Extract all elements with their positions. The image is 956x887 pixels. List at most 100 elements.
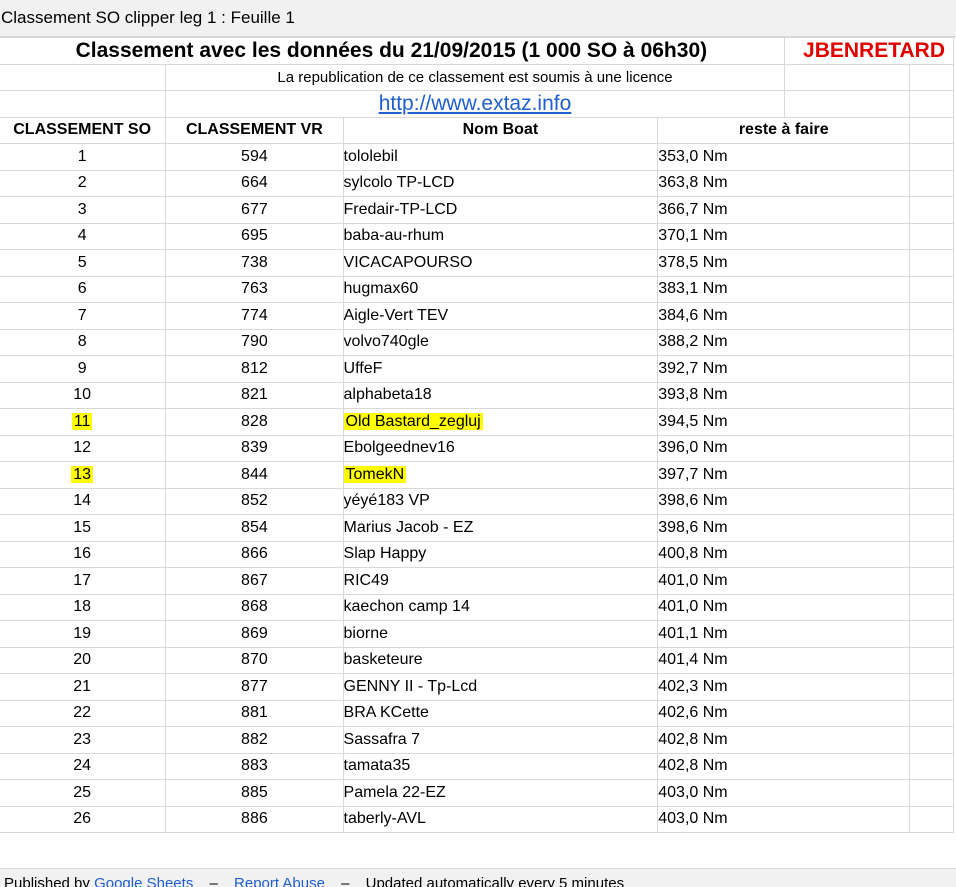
cell-so: 20 — [0, 646, 167, 674]
cell-vr: 885 — [165, 779, 344, 807]
spreadsheet: Classement avec les données du 21/09/201… — [0, 37, 956, 868]
cell-boat-name-text: UffeF — [343, 359, 383, 377]
sheet-title: Classement avec les données du 21/09/201… — [0, 37, 785, 65]
cell-boat-name-text: TomekN — [344, 465, 407, 483]
cell-vr-text: 868 — [241, 598, 268, 616]
cell-so-text: 2 — [77, 174, 87, 192]
brand-label: JBENRETARD — [783, 37, 955, 65]
cell-boat-name: Pamela 22-EZ — [342, 779, 659, 807]
cell-boat-name-text: Sassafra 7 — [343, 730, 421, 748]
cell-so-text: 14 — [73, 492, 92, 510]
cell-vr-text: 886 — [241, 810, 268, 828]
cell-vr-text: 869 — [241, 624, 268, 642]
cell-so-text: 7 — [77, 306, 87, 324]
cell-reste-text: 398,6 Nm — [658, 492, 728, 510]
cell-vr: 882 — [165, 726, 344, 754]
empty-cell — [909, 169, 954, 197]
cell-so-text: 22 — [73, 704, 92, 722]
cell-so-text: 26 — [73, 810, 92, 828]
cell-vr-text: 821 — [241, 386, 268, 404]
cell-vr: 877 — [165, 673, 344, 701]
empty-cell — [909, 249, 954, 277]
empty-cell — [909, 116, 954, 144]
cell-so: 7 — [0, 302, 167, 330]
cell-vr: 677 — [165, 196, 344, 224]
cell-vr-text: 844 — [241, 465, 268, 483]
cell-vr-text: 852 — [241, 492, 268, 510]
cell-boat-name: Slap Happy — [342, 540, 659, 568]
cell-so-text: 25 — [73, 783, 92, 801]
cell-reste: 384,6 Nm — [657, 302, 911, 330]
cell-reste-text: 402,8 Nm — [658, 757, 728, 775]
empty-cell — [909, 63, 954, 91]
cell-so-text: 5 — [77, 253, 87, 271]
cell-so: 21 — [0, 673, 167, 701]
cell-reste: 403,0 Nm — [657, 779, 911, 807]
cell-vr-text: 677 — [241, 200, 268, 218]
empty-cell — [909, 673, 954, 701]
cell-so: 18 — [0, 593, 167, 621]
cell-so-text: 13 — [71, 465, 94, 483]
cell-boat-name-text: Ebolgeednev16 — [343, 439, 455, 457]
cell-boat-name-text: tamata35 — [343, 757, 411, 775]
empty-cell — [909, 222, 954, 250]
ranking-table: Classement avec les données du 21/09/201… — [0, 37, 955, 833]
cell-so-text: 19 — [73, 624, 92, 642]
cell-vr: 854 — [165, 514, 344, 542]
cell-vr-text: 877 — [241, 677, 268, 695]
cell-so-text: 8 — [77, 333, 87, 351]
empty-cell — [909, 620, 954, 648]
cell-boat-name: RIC49 — [342, 567, 659, 595]
cell-so: 16 — [0, 540, 167, 568]
cell-boat-name: VICACAPOURSO — [342, 249, 659, 277]
cell-boat-name: GENNY II - Tp-Lcd — [342, 673, 659, 701]
cell-boat-name: yéyé183 VP — [342, 487, 659, 515]
cell-boat-name-text: hugmax60 — [343, 280, 419, 298]
empty-cell — [909, 646, 954, 674]
cell-boat-name-text: BRA KCette — [343, 704, 429, 722]
cell-boat-name: tololebil — [342, 143, 659, 171]
cell-vr: 828 — [165, 408, 344, 436]
header-classement-so: CLASSEMENT SO — [0, 116, 167, 144]
empty-cell — [909, 143, 954, 171]
cell-vr-text: 882 — [241, 730, 268, 748]
cell-reste: 353,0 Nm — [657, 143, 911, 171]
empty-cell — [783, 90, 911, 118]
cell-reste-text: 393,8 Nm — [658, 386, 728, 404]
google-sheets-link[interactable]: Google Sheets — [94, 875, 193, 887]
table-row: 16 866 Slap Happy 400,8 Nm — [0, 540, 954, 568]
cell-boat-name: TomekN — [342, 461, 659, 489]
table-row: 7 774 Aigle-Vert TEV 384,6 Nm — [0, 302, 954, 330]
empty-cell — [909, 487, 954, 515]
cell-vr: 867 — [165, 567, 344, 595]
cell-reste-text: 392,7 Nm — [658, 359, 728, 377]
cell-so-text: 24 — [73, 757, 92, 775]
empty-cell — [909, 275, 954, 303]
empty-cell — [0, 90, 167, 118]
cell-so-text: 20 — [73, 651, 92, 669]
cell-vr-text: 866 — [241, 545, 268, 563]
cell-boat-name-text: GENNY II - Tp-Lcd — [343, 677, 478, 695]
cell-reste-text: 401,4 Nm — [658, 651, 728, 669]
cell-boat-name-text: taberly-AVL — [343, 810, 426, 828]
cell-boat-name: Old Bastard_zegluj — [342, 408, 659, 436]
cell-vr: 774 — [165, 302, 344, 330]
report-abuse-link[interactable]: Report Abuse — [234, 875, 325, 887]
cell-reste: 403,0 Nm — [657, 805, 911, 833]
table-row: 26 886 taberly-AVL 403,0 Nm — [0, 805, 954, 833]
cell-so-text: 4 — [77, 227, 87, 245]
cell-so: 24 — [0, 752, 167, 780]
cell-so: 12 — [0, 434, 167, 462]
cell-reste-text: 402,6 Nm — [658, 704, 728, 722]
table-row: 4 695 baba-au-rhum 370,1 Nm — [0, 222, 954, 250]
cell-vr: 695 — [165, 222, 344, 250]
cell-so-text: 9 — [77, 359, 87, 377]
empty-cell — [909, 567, 954, 595]
cell-boat-name: Marius Jacob - EZ — [342, 514, 659, 542]
extaz-link[interactable]: http://www.extaz.info — [379, 92, 572, 115]
cell-so-text: 16 — [73, 545, 92, 563]
cell-reste-text: 384,6 Nm — [658, 306, 728, 324]
empty-cell — [909, 381, 954, 409]
cell-so: 2 — [0, 169, 167, 197]
cell-reste: 400,8 Nm — [657, 540, 911, 568]
